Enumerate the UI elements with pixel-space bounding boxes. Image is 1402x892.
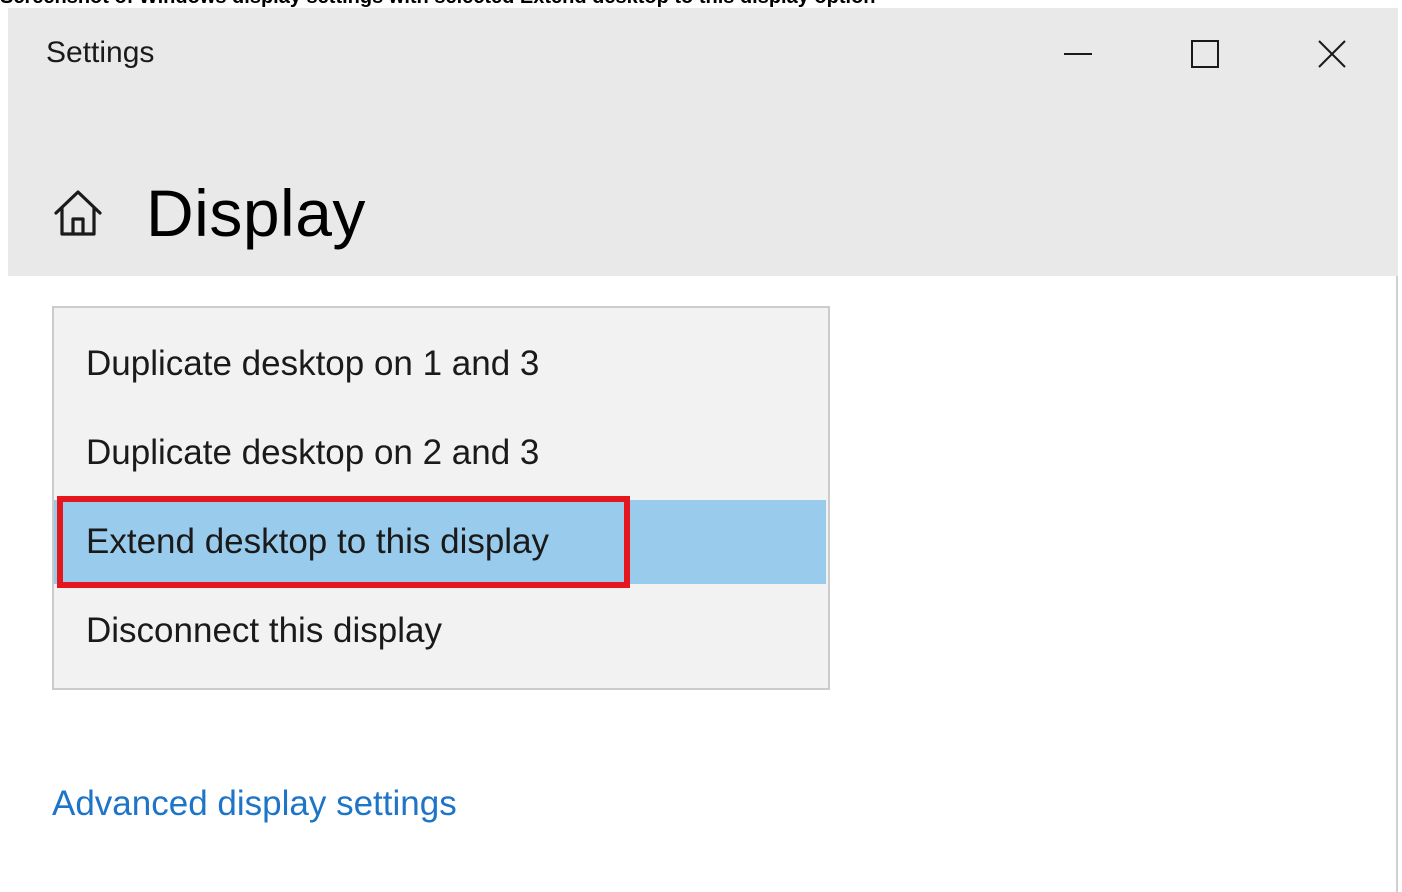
page-title: Display — [146, 176, 366, 250]
window-header: Settings Display — [8, 8, 1398, 276]
maximize-button[interactable] — [1160, 18, 1250, 90]
advanced-display-settings-link[interactable]: Advanced display settings — [52, 784, 457, 824]
minimize-icon — [1064, 53, 1092, 55]
minimize-button[interactable] — [1033, 18, 1123, 90]
display-mode-dropdown[interactable]: Duplicate desktop on 1 and 3 Duplicate d… — [52, 306, 830, 690]
close-icon — [1318, 40, 1346, 68]
option-extend-desktop[interactable]: Extend desktop to this display — [54, 500, 826, 584]
settings-window: Settings Display Duplicate desktop on 1 … — [8, 8, 1398, 892]
option-duplicate-1-and-3[interactable]: Duplicate desktop on 1 and 3 — [54, 322, 826, 406]
page-heading: Display — [52, 168, 366, 258]
app-title: Settings — [46, 36, 155, 69]
close-button[interactable] — [1287, 18, 1377, 90]
caption-text: Screenshot of Windows display settings w… — [0, 0, 876, 8]
option-duplicate-2-and-3[interactable]: Duplicate desktop on 2 and 3 — [54, 411, 826, 495]
home-icon[interactable] — [52, 187, 104, 239]
option-disconnect-display[interactable]: Disconnect this display — [54, 589, 826, 673]
maximize-icon — [1191, 40, 1219, 68]
cropped-caption: Screenshot of Windows display settings w… — [0, 0, 1402, 8]
